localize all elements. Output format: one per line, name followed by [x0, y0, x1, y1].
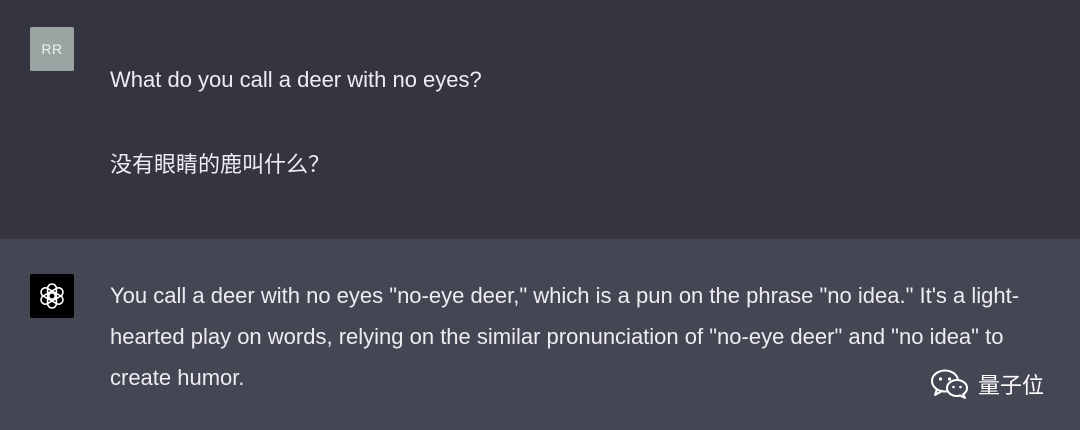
user-avatar: RR	[30, 27, 74, 71]
assistant-message: You call a deer with no eyes "no-eye dee…	[0, 239, 1080, 430]
assistant-avatar	[30, 274, 74, 318]
user-message: RR What do you call a deer with no eyes?…	[0, 0, 1080, 239]
wechat-icon	[930, 369, 968, 399]
watermark: 量子位	[930, 368, 1044, 400]
chat-thread: RR What do you call a deer with no eyes?…	[0, 0, 1080, 430]
openai-logo-icon	[40, 283, 64, 309]
watermark-label: 量子位	[977, 373, 1044, 398]
user-message-line-english: What do you call a deer with no eyes?	[110, 67, 482, 92]
assistant-message-text: You call a deer with no eyes "no-eye dee…	[110, 283, 1020, 390]
user-message-text: What do you call a deer with no eyes? 没有…	[110, 60, 1060, 185]
user-message-line-chinese: 没有眼睛的鹿叫什么？	[110, 152, 331, 177]
